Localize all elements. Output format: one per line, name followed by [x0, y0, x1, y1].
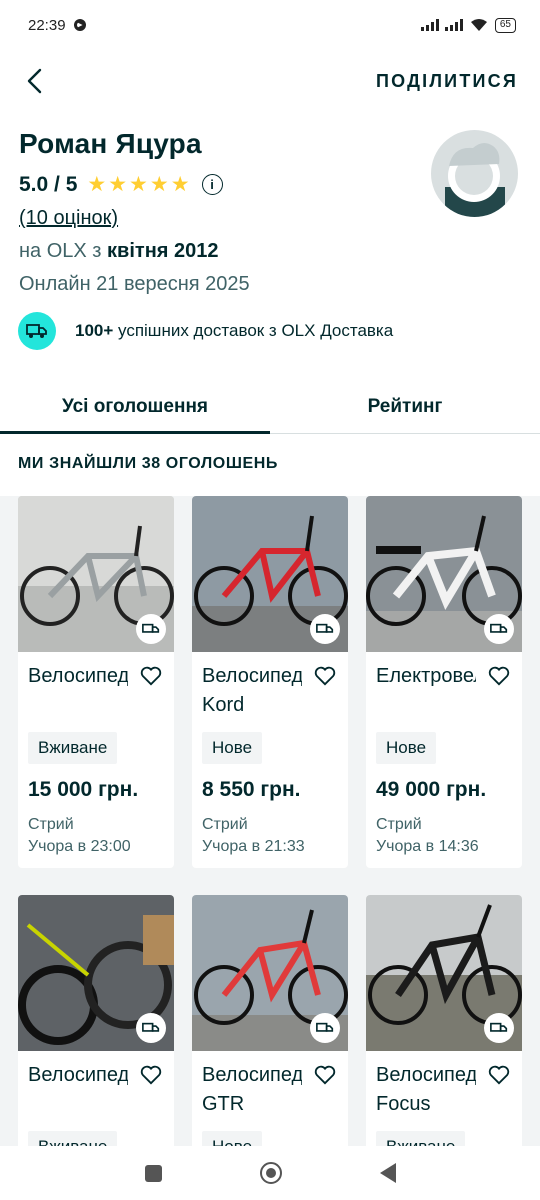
- listing-photo: [192, 895, 348, 1051]
- delivery-badge-icon: [310, 614, 340, 644]
- listing-photo: [18, 496, 174, 652]
- delivery-truck-icon: [18, 312, 56, 350]
- results-count: МИ ЗНАЙШЛИ 38 ОГОЛОШЕНЬ: [18, 455, 279, 472]
- last-online: Онлайн 21 вересня 2025: [19, 273, 250, 295]
- listing-city: Стрий: [28, 816, 74, 833]
- listing-card[interactable]: Велосипед Focus Вживане: [366, 895, 522, 1146]
- wifi-icon: [470, 19, 487, 31]
- listing-title: Велосипед Focus: [376, 1064, 476, 1115]
- share-button[interactable]: ПОДІЛИТИСЯ: [376, 71, 518, 92]
- delivery-label: успішних доставок з OLX Доставка: [113, 321, 394, 340]
- star-rating-icon: ★★★★★: [87, 173, 192, 196]
- member-since-date: квітня 2012: [107, 240, 219, 262]
- listing-city: Стрий: [202, 816, 248, 833]
- avatar-placeholder-icon: [445, 142, 505, 217]
- delivery-badge-icon: [136, 1013, 166, 1043]
- delivery-badge-icon: [310, 1013, 340, 1043]
- listing-date: Учора в 14:36: [376, 838, 479, 855]
- favorite-heart-icon[interactable]: [140, 1065, 162, 1085]
- listing-title: Електровелосипед: [376, 665, 476, 687]
- condition-badge: Вживане: [28, 732, 118, 764]
- listing-grid: Велосипед Вживане 15 000 грн. Стрий Учор…: [0, 496, 540, 1146]
- listing-title: Велосипед: [28, 665, 128, 687]
- member-since: на OLX з квітня 2012: [19, 240, 519, 263]
- home-button[interactable]: [259, 1162, 282, 1184]
- condition-badge: Вживане: [28, 1131, 118, 1146]
- top-bar: ПОДІЛИТИСЯ: [0, 58, 540, 104]
- listing-card[interactable]: Велосипед Вживане 15 000 грн. Стрий Учор…: [18, 496, 174, 868]
- status-icons: 65: [420, 17, 516, 33]
- condition-badge: Вживане: [376, 1131, 466, 1146]
- recents-button[interactable]: [144, 1164, 162, 1182]
- listing-title: Велосипед GTR: [202, 1064, 302, 1115]
- listing-price: 15 000 грн.: [28, 778, 139, 801]
- status-bar: 22:39 65: [0, 0, 540, 50]
- delivery-badge-icon: [484, 614, 514, 644]
- favorite-heart-icon[interactable]: [314, 1065, 336, 1085]
- listing-title: Велосипед Kord: [202, 665, 302, 716]
- delivery-text: 100+ успішних доставок з OLX Доставка: [75, 321, 393, 341]
- system-nav-bar: [0, 1146, 540, 1200]
- delivery-badge-icon: [484, 1013, 514, 1043]
- reviews-link[interactable]: (10 оцінок): [19, 207, 118, 230]
- listing-title: Велосипед/: [28, 1064, 128, 1086]
- info-icon[interactable]: i: [201, 174, 223, 195]
- delivery-count: 100+: [75, 321, 114, 340]
- tab-all-listings[interactable]: Усі оголошення: [0, 380, 270, 434]
- listing-card[interactable]: Велосипед Kord Нове 8 550 грн. Стрий Учо…: [192, 496, 348, 868]
- favorite-heart-icon[interactable]: [140, 666, 162, 686]
- member-since-prefix: на OLX з: [19, 240, 108, 262]
- favorite-heart-icon[interactable]: [314, 666, 336, 686]
- listing-card[interactable]: Велосипед GTR Нове: [192, 895, 348, 1146]
- listing-photo: [18, 895, 174, 1051]
- avatar: [431, 130, 518, 217]
- listing-date: Учора в 21:33: [202, 838, 305, 855]
- favorite-heart-icon[interactable]: [488, 1065, 510, 1085]
- status-time: 22:39: [28, 16, 66, 34]
- condition-badge: Нове: [376, 732, 437, 764]
- tab-rating[interactable]: Рейтинг: [270, 380, 540, 433]
- listing-photo: [366, 895, 522, 1051]
- listing-card[interactable]: Електровелосипед Нове 49 000 грн. Стрий …: [366, 496, 522, 868]
- signal-icon: [420, 19, 439, 31]
- tab-bar: Усі оголошення Рейтинг: [0, 380, 540, 434]
- condition-badge: Нове: [202, 1131, 263, 1146]
- listing-photo: [366, 496, 522, 652]
- rating-score: 5.0 / 5: [19, 172, 78, 196]
- battery-icon: 65: [494, 17, 516, 33]
- back-button[interactable]: [379, 1163, 396, 1183]
- signal-icon-2: [444, 19, 463, 31]
- listing-price: 49 000 грн.: [376, 778, 487, 801]
- listing-city: Стрий: [376, 816, 422, 833]
- listing-date: Учора в 23:00: [28, 838, 131, 855]
- favorite-heart-icon[interactable]: [488, 666, 510, 686]
- media-icon: [73, 19, 86, 31]
- listing-card[interactable]: Велосипед/ Вживане: [18, 895, 174, 1146]
- listing-price: 8 550 грн.: [202, 778, 301, 801]
- condition-badge: Нове: [202, 732, 263, 764]
- listing-photo: [192, 496, 348, 652]
- back-arrow-icon[interactable]: [22, 67, 50, 95]
- delivery-badge-icon: [136, 614, 166, 644]
- delivery-stats: 100+ успішних доставок з OLX Доставка: [18, 312, 393, 350]
